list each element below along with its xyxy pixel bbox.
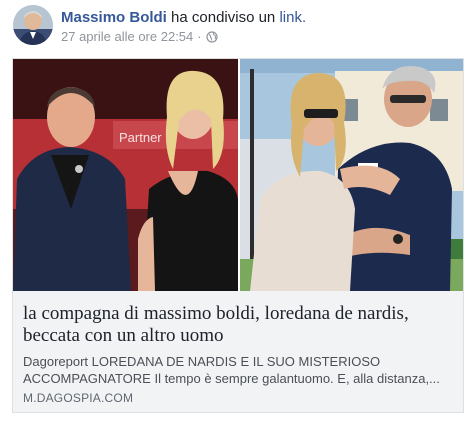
share-action-text: ha condiviso un [171,9,276,26]
link-description: Dagoreport LOREDANA DE NARDIS E IL SUO M… [23,354,440,386]
couple-photo-right [240,59,463,291]
post-meta: 27 aprile alle ore 22:54 · [61,29,218,45]
shared-link-post: Massimo Boldi ha condiviso un link. 27 a… [0,0,471,421]
link-preview-body[interactable]: la compagna di massimo boldi, loredana d… [13,291,463,412]
avatar-photo [13,5,53,45]
link-title[interactable]: la compagna di massimo boldi, loredana d… [23,303,455,347]
post-timestamp[interactable]: 27 aprile alle ore 22:54 [61,29,193,45]
couple-photo-left: Partner [13,59,238,291]
link-domain: M.DAGOSPIA.COM [23,391,134,405]
backdrop-sponsor-text: Partner [119,130,162,145]
link-preview-card[interactable]: Partner la compagna di massimo boldi, lo… [12,58,464,413]
shared-link-link[interactable]: link. [279,9,306,26]
post-header-line: Massimo Boldi ha condiviso un link. [61,9,306,27]
author-avatar[interactable] [13,5,53,45]
link-preview-image[interactable]: Partner [13,59,463,291]
meta-separator: · [197,29,202,44]
author-name-link[interactable]: Massimo Boldi [61,9,167,26]
globe-icon[interactable] [206,31,218,43]
